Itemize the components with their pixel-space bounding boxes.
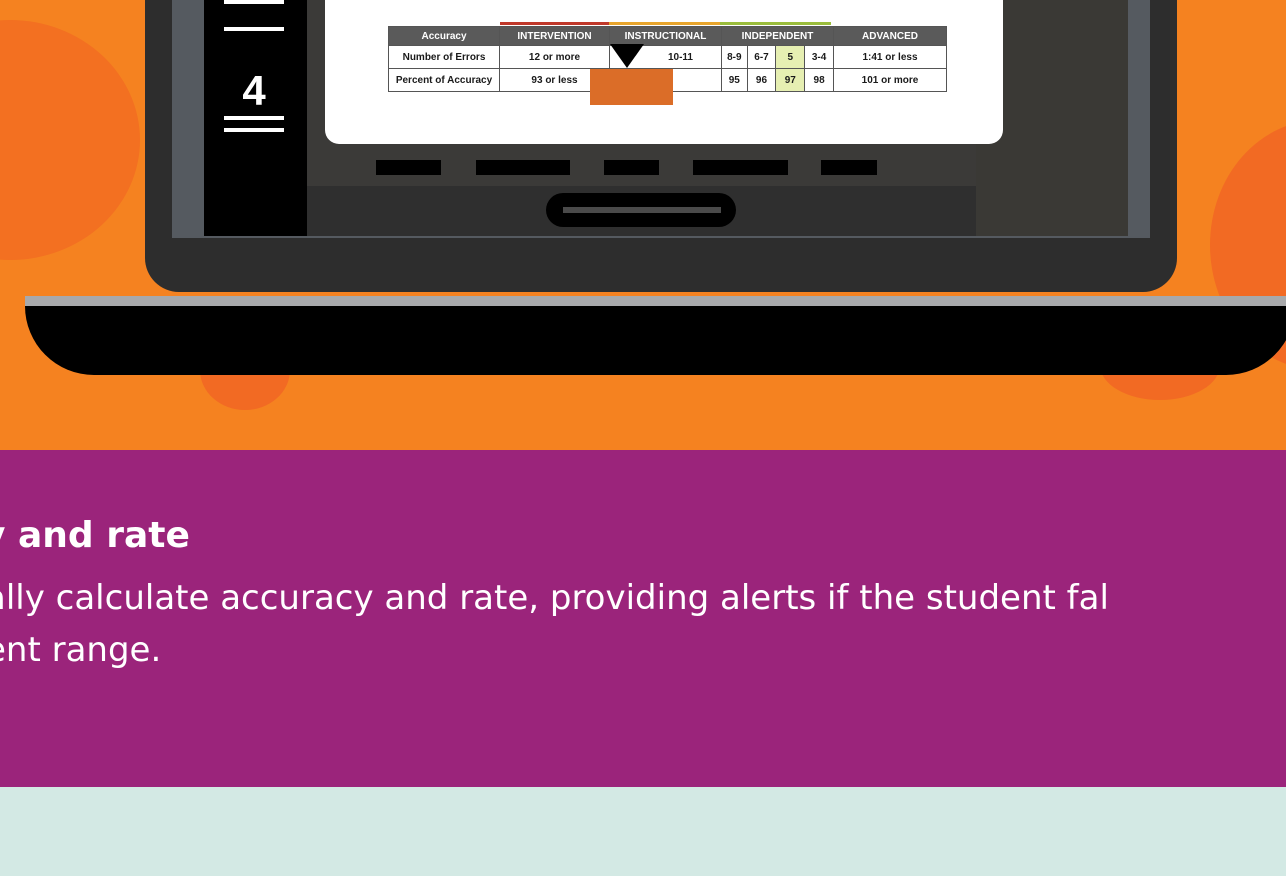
col-header-instructional: INSTRUCTIONAL — [609, 26, 722, 46]
row-label: Percent of Accuracy — [388, 68, 500, 92]
description-line: ent range. — [0, 630, 162, 670]
table-cell: 101 or more — [833, 68, 947, 92]
feature-heading: y and rate — [0, 515, 190, 556]
laptop-hinge — [25, 296, 1286, 306]
col-header-advanced: ADVANCED — [833, 26, 947, 46]
feature-section: y and rate ally calculate accuracy and r… — [0, 450, 1286, 787]
feature-description: ally calculate accuracy and rate, provid… — [0, 572, 1109, 676]
table-header-row: Accuracy INTERVENTION INSTRUCTIONAL INDE… — [388, 26, 947, 46]
toolbar-button[interactable] — [376, 160, 441, 175]
step-underline — [224, 128, 284, 132]
table-cell: 98 — [804, 68, 834, 92]
intervention-stripe — [500, 22, 609, 25]
table-cell: 8-9 — [721, 45, 748, 69]
table-cell: 6-7 — [746, 45, 777, 69]
laptop-base — [25, 306, 1286, 375]
pointer-triangle-icon — [610, 44, 644, 68]
step-underline — [224, 27, 284, 31]
step-number: 4 — [242, 67, 266, 114]
toolbar-button[interactable] — [604, 160, 659, 175]
toolbar-button[interactable] — [476, 160, 570, 175]
toolbar-button[interactable] — [693, 160, 788, 175]
table-cell: 96 — [746, 68, 777, 92]
footer-band — [0, 787, 1286, 876]
independent-stripe — [720, 22, 831, 25]
step-underline — [224, 0, 284, 4]
col-header-accuracy: Accuracy — [388, 26, 500, 46]
table-cell: 12 or more — [499, 45, 610, 69]
step-underline — [224, 116, 284, 120]
accuracy-marker-box — [590, 69, 673, 105]
row-label: Number of Errors — [388, 45, 500, 69]
col-header-intervention: INTERVENTION — [499, 26, 610, 46]
table-cell: 3-4 — [804, 45, 834, 69]
background-blob — [0, 20, 140, 260]
col-header-independent: INDEPENDENT — [721, 26, 834, 46]
hero-illustration: 4 Accuracy INTERVENTION INSTRUCTIONAL IN… — [0, 0, 1286, 450]
table-cell: 1:41 or less — [833, 45, 947, 69]
table-row: Number of Errors 12 or more 10-11 8-9 6-… — [388, 45, 947, 69]
table-cell-highlighted: 97 — [775, 68, 806, 92]
toolbar-button[interactable] — [821, 160, 877, 175]
table-cell: 95 — [721, 68, 748, 92]
instructional-stripe — [609, 22, 720, 25]
record-bar-indicator — [563, 207, 721, 213]
table-cell-highlighted: 5 — [775, 45, 806, 69]
description-line: ally calculate accuracy and rate, provid… — [0, 578, 1109, 618]
